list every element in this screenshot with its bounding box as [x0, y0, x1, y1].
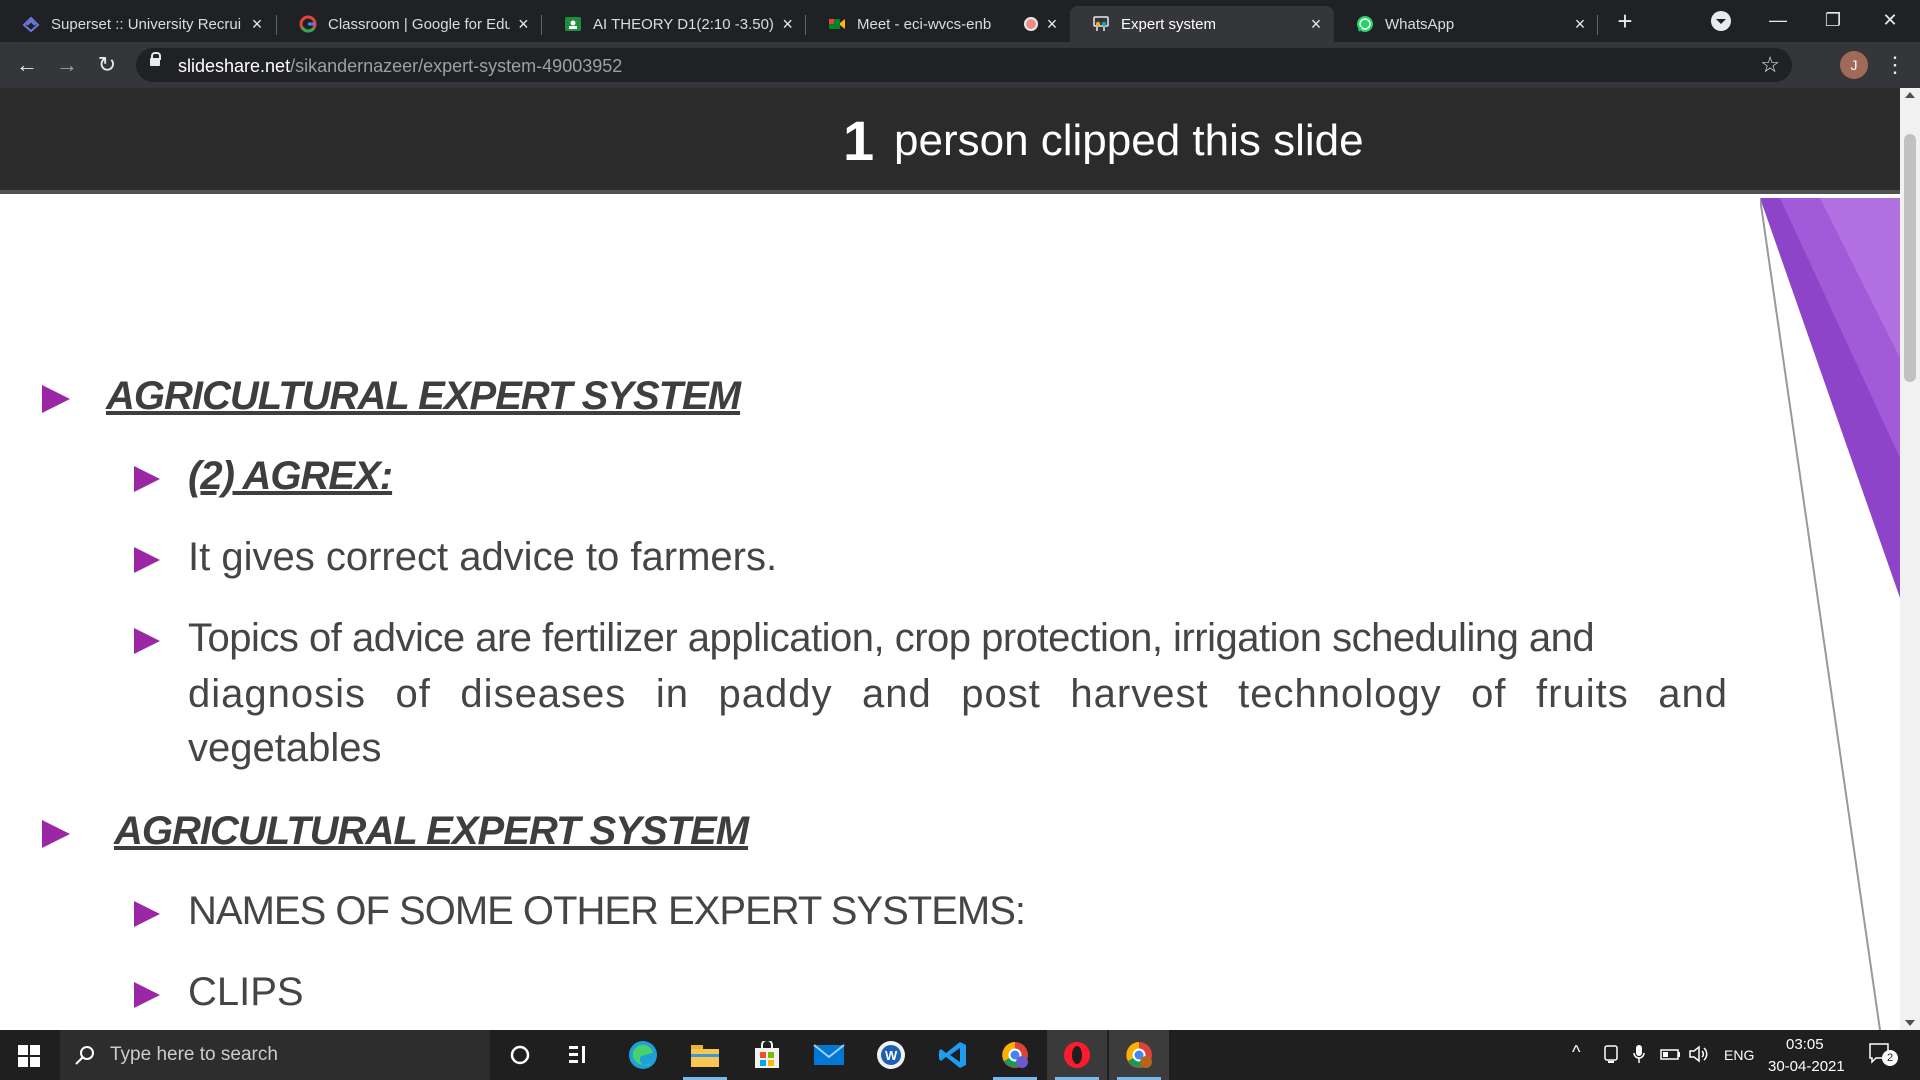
forward-button[interactable]: → [53, 51, 81, 79]
tab-meet[interactable]: Meet - eci-wvcs-enb × [806, 6, 1070, 42]
restore-button[interactable]: ❐ [1813, 6, 1853, 34]
svg-text:W: W [885, 1048, 898, 1063]
slide: AGRICULTURAL EXPERT SYSTEM (2) AGREX: It… [0, 198, 1900, 1030]
slide-bullet-text: diagnosis of diseases in paddy and post … [188, 672, 1728, 716]
tab-separator [1597, 15, 1598, 35]
close-icon[interactable]: × [1308, 14, 1324, 35]
address-bar[interactable]: slideshare.net/sikandernazeer/expert-sys… [136, 48, 1792, 82]
new-tab-button[interactable]: + [1612, 8, 1638, 34]
tab-whatsapp[interactable]: WhatsApp × [1334, 6, 1598, 42]
clock-time[interactable]: 03:05 [1786, 1036, 1824, 1053]
file-explorer-icon[interactable] [675, 1030, 735, 1080]
scroll-up-icon[interactable] [1905, 92, 1915, 98]
url-path: /sikandernazeer/expert-system-49003952 [290, 56, 623, 76]
cortana-icon[interactable] [490, 1030, 550, 1080]
bullet-icon [42, 385, 70, 413]
close-icon[interactable]: × [1044, 14, 1060, 35]
back-button[interactable]: ← [13, 51, 41, 79]
tab-title: Meet - eci-wvcs-enb [857, 15, 992, 33]
windows-taskbar: Type here to search W ^ ENG 03:05 30-04-… [0, 1030, 1920, 1080]
search-placeholder: Type here to search [110, 1044, 278, 1065]
taskbar-search[interactable]: Type here to search [60, 1030, 490, 1080]
slide-bullet-text: vegetables [188, 726, 382, 770]
reload-button[interactable]: ↻ [93, 51, 121, 79]
recording-icon [1024, 17, 1038, 31]
minimize-button[interactable]: — [1758, 6, 1798, 34]
opera-icon[interactable] [1047, 1030, 1107, 1080]
bullet-icon [134, 901, 160, 927]
tab-title: Expert system [1121, 15, 1217, 33]
mail-icon[interactable] [799, 1030, 859, 1080]
tab-search-icon[interactable] [1711, 11, 1731, 31]
chrome-icon[interactable] [1109, 1030, 1169, 1080]
tab-title: AI THEORY D1(2:10 -3.50) D [593, 15, 775, 33]
meet-icon [828, 15, 846, 33]
tab-ai-theory[interactable]: AI THEORY D1(2:10 -3.50) D × [542, 6, 805, 42]
device-icon[interactable] [1602, 1044, 1620, 1068]
url-text[interactable]: slideshare.net/sikandernazeer/expert-sys… [178, 56, 622, 77]
page-scrollbar[interactable] [1900, 88, 1920, 1030]
clip-text: person clipped this slide [894, 116, 1364, 165]
slideshare-icon [1092, 15, 1110, 33]
lock-icon[interactable] [150, 52, 161, 66]
close-icon[interactable]: × [249, 14, 265, 35]
task-view-icon[interactable] [550, 1030, 610, 1080]
tab-title: Classroom | Google for Educ [328, 15, 510, 33]
notification-count: 2 [1882, 1050, 1898, 1066]
scroll-thumb[interactable] [1904, 134, 1916, 382]
notification-icon[interactable]: 2 [1868, 1042, 1898, 1066]
tab-expert-system[interactable]: Expert system × [1070, 6, 1334, 42]
slide-heading: AGRICULTURAL EXPERT SYSTEM [114, 809, 749, 853]
search-icon [75, 1046, 94, 1065]
app-w-icon[interactable]: W [861, 1030, 921, 1080]
microphone-icon[interactable] [1632, 1044, 1646, 1068]
tab-strip: Superset :: University Recrui × Classroo… [0, 0, 1920, 42]
slide-bullet-text: NAMES OF SOME OTHER EXPERT SYSTEMS: [188, 889, 1026, 933]
tab-classroom[interactable]: Classroom | Google for Educ × [277, 6, 541, 42]
tab-superset[interactable]: Superset :: University Recrui × [0, 6, 275, 42]
vscode-icon[interactable] [923, 1030, 983, 1080]
bullet-icon [134, 466, 160, 492]
battery-icon[interactable] [1660, 1044, 1682, 1068]
profile-avatar[interactable]: J [1840, 51, 1868, 79]
slide-bullet-text: It gives correct advice to farmers. [188, 535, 778, 579]
close-icon[interactable]: × [1572, 14, 1588, 35]
url-domain: slideshare.net [178, 56, 291, 76]
slide-heading: AGRICULTURAL EXPERT SYSTEM [106, 374, 741, 418]
slide-bullet-text: CLIPS [188, 970, 304, 1014]
edge-icon[interactable] [613, 1030, 673, 1080]
bookmark-star-icon[interactable]: ☆ [1760, 52, 1780, 78]
language-indicator[interactable]: ENG [1724, 1047, 1754, 1063]
menu-icon[interactable]: ⋮ [1884, 51, 1906, 79]
store-icon[interactable] [737, 1030, 797, 1080]
browser-toolbar: ← → ↻ slideshare.net/sikandernazeer/expe… [0, 42, 1920, 88]
close-window-button[interactable]: ✕ [1870, 6, 1910, 34]
slide-decoration [1760, 198, 1900, 1030]
scroll-down-icon[interactable] [1905, 1020, 1915, 1026]
tray-chevron-icon[interactable]: ^ [1572, 1042, 1580, 1063]
close-icon[interactable]: × [516, 14, 531, 35]
slide-subheading: (2) AGREX: [188, 454, 393, 498]
bullet-icon [134, 982, 160, 1008]
whatsapp-icon [1356, 15, 1374, 33]
clip-count: 1 [843, 109, 875, 172]
clock-date[interactable]: 30-04-2021 [1768, 1058, 1845, 1075]
page-content: 1 person clipped this slide AGRICULTURAL… [0, 88, 1900, 1030]
slide-bullet-text: Topics of advice are fertilizer applicat… [188, 616, 1595, 660]
close-icon[interactable]: × [780, 14, 795, 35]
volume-icon[interactable] [1688, 1044, 1710, 1068]
google-icon [299, 15, 317, 33]
windows-start-icon[interactable] [18, 1045, 40, 1067]
bullet-icon [134, 628, 160, 654]
bullet-icon [42, 820, 70, 848]
bullet-icon [134, 547, 160, 573]
superset-icon [22, 15, 40, 33]
tab-title: WhatsApp [1385, 15, 1455, 33]
chrome-profile-icon[interactable] [985, 1030, 1045, 1080]
tab-title: Superset :: University Recrui [51, 15, 242, 33]
classroom-icon [564, 15, 582, 33]
clip-banner: 1 person clipped this slide [0, 88, 1900, 194]
